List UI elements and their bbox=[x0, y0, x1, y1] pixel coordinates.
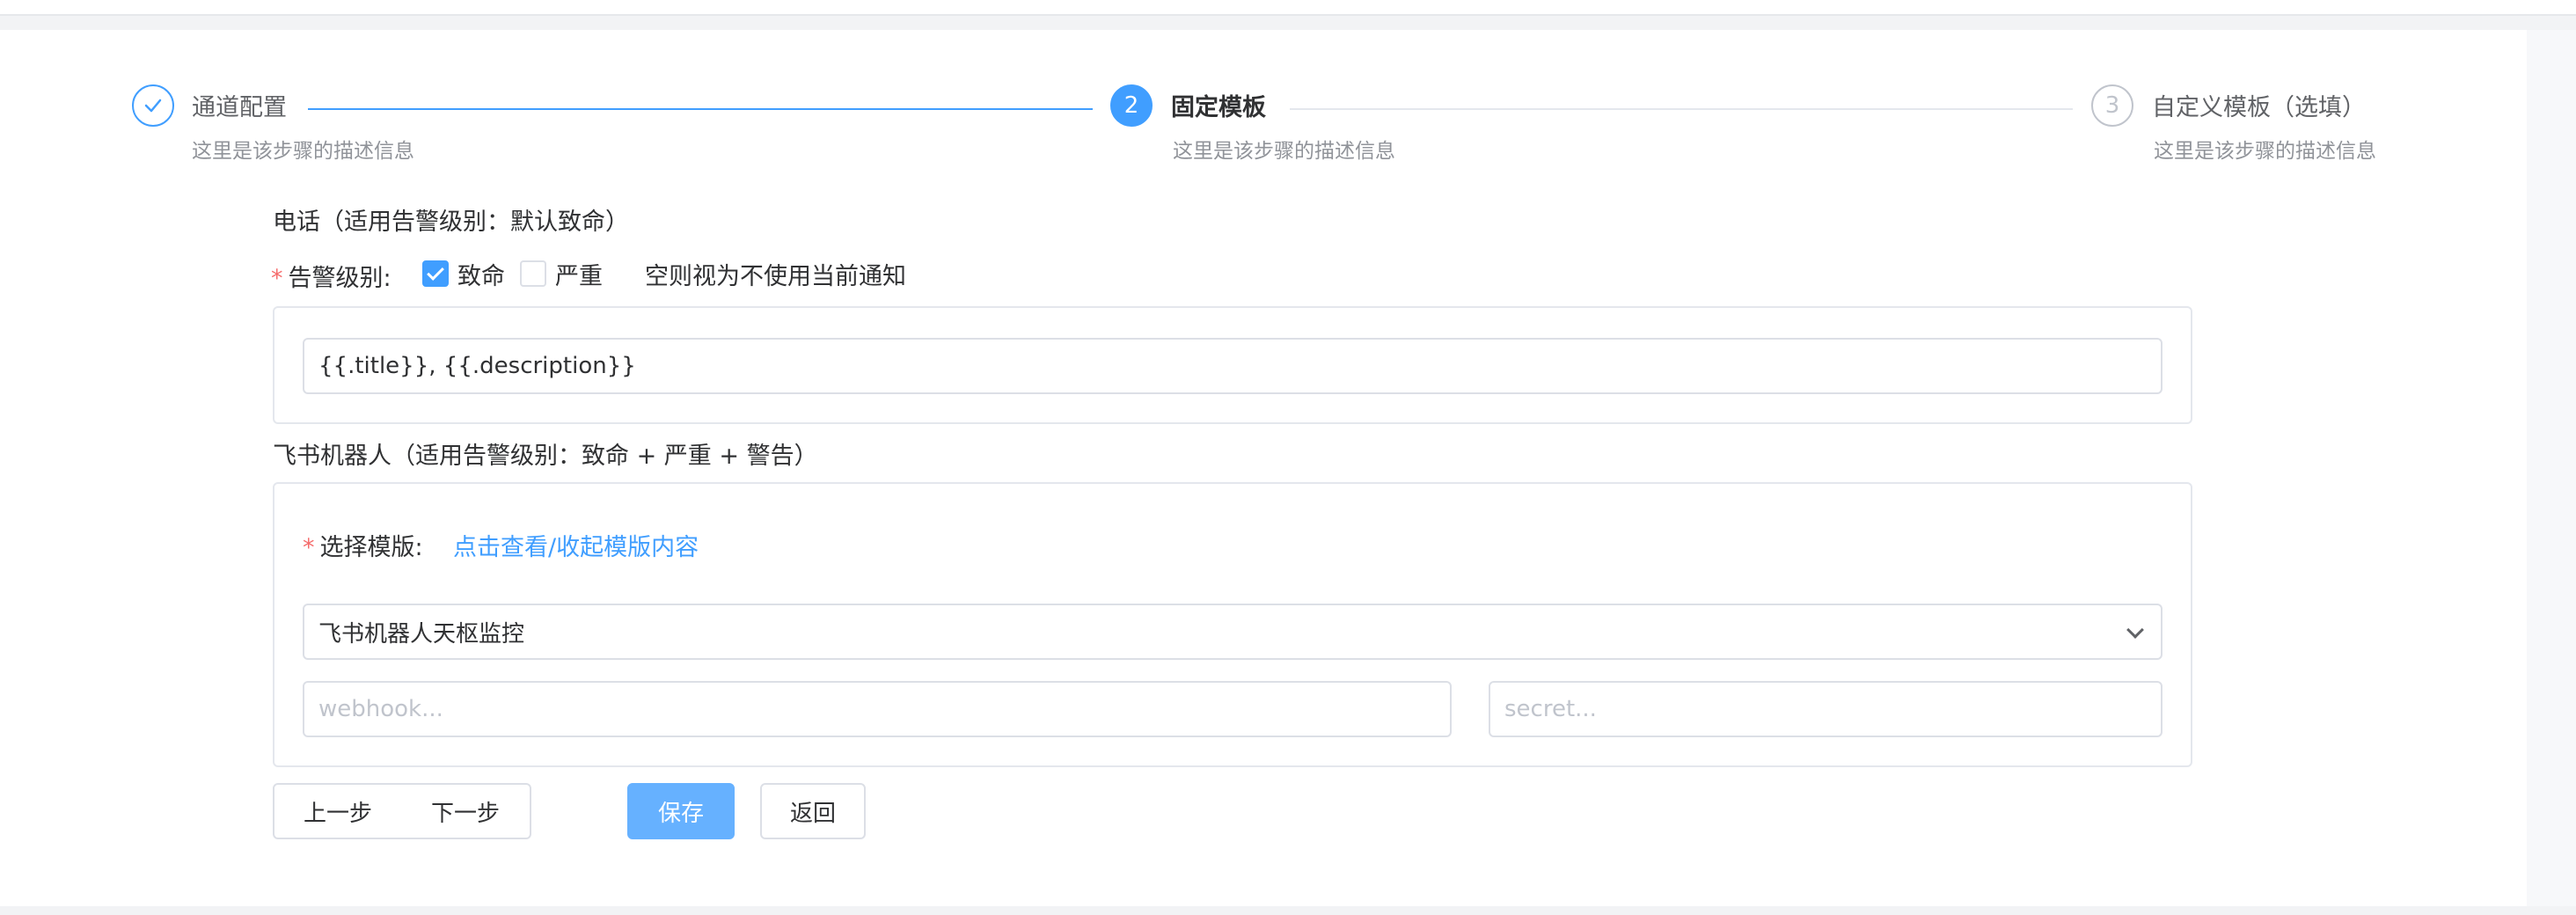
alert-level-text: 告警级别: bbox=[288, 265, 392, 292]
checkbox-severe-label[interactable]: 严重 bbox=[555, 257, 603, 291]
template-select-value: 飞书机器人天枢监控 bbox=[318, 620, 525, 648]
step-3-description: 这里是该步骤的描述信息 bbox=[2154, 140, 2376, 163]
template-select-label: * 选择模版: bbox=[303, 528, 423, 562]
step-1-connector bbox=[308, 108, 1093, 110]
phone-section-title: 电话（适用告警级别：默认致命） bbox=[273, 209, 629, 236]
step-1-check-icon bbox=[132, 84, 174, 127]
step-3-number-icon: 3 bbox=[2091, 84, 2133, 127]
required-mark: * bbox=[303, 534, 315, 561]
next-step-button[interactable]: 下一步 bbox=[401, 783, 531, 839]
step-2-number: 2 bbox=[1123, 92, 1139, 119]
main-card: 通道配置 这里是该步骤的描述信息 2 固定模板 这里是该步骤的描述信息 3 自定… bbox=[0, 30, 2527, 906]
toggle-template-link[interactable]: 点击查看/收起模版内容 bbox=[453, 528, 699, 562]
required-mark: * bbox=[271, 265, 283, 292]
right-gutter bbox=[2527, 30, 2576, 906]
template-select[interactable]: 飞书机器人天枢监控 bbox=[303, 604, 2163, 660]
checkbox-fatal[interactable] bbox=[422, 260, 449, 287]
webhook-input[interactable] bbox=[303, 681, 1452, 737]
phone-template-box: {{.title}}, {{.description}} bbox=[273, 306, 2192, 424]
step-2-description: 这里是该步骤的描述信息 bbox=[1173, 140, 1395, 163]
prev-step-button[interactable]: 上一步 bbox=[273, 783, 403, 839]
empty-hint: 空则视为不使用当前通知 bbox=[645, 263, 906, 290]
template-select-text: 选择模版: bbox=[319, 534, 423, 561]
step-1-description: 这里是该步骤的描述信息 bbox=[192, 140, 414, 163]
alert-level-label: * 告警级别: bbox=[271, 259, 392, 293]
top-bar bbox=[0, 0, 2576, 16]
phone-template-input[interactable]: {{.title}}, {{.description}} bbox=[303, 338, 2163, 394]
step-2-connector bbox=[1290, 108, 2073, 110]
step-3-number: 3 bbox=[2104, 92, 2120, 119]
checkbox-severe[interactable] bbox=[520, 260, 546, 287]
checkbox-fatal-label[interactable]: 致命 bbox=[457, 257, 505, 291]
chevron-down-icon bbox=[2126, 621, 2144, 639]
step-3-title: 自定义模板（选填） bbox=[2152, 94, 2366, 121]
back-button[interactable]: 返回 bbox=[760, 783, 866, 839]
step-1-title: 通道配置 bbox=[192, 94, 287, 121]
feishu-section-title: 飞书机器人（适用告警级别：致命 + 严重 + 警告） bbox=[273, 443, 818, 470]
check-icon bbox=[144, 99, 162, 113]
step-2-title: 固定模板 bbox=[1171, 94, 1266, 121]
save-button[interactable]: 保存 bbox=[627, 783, 735, 839]
step-2-number-icon: 2 bbox=[1110, 84, 1153, 127]
feishu-box: * 选择模版: 点击查看/收起模版内容 飞书机器人天枢监控 bbox=[273, 482, 2192, 767]
secret-input[interactable] bbox=[1489, 681, 2163, 737]
